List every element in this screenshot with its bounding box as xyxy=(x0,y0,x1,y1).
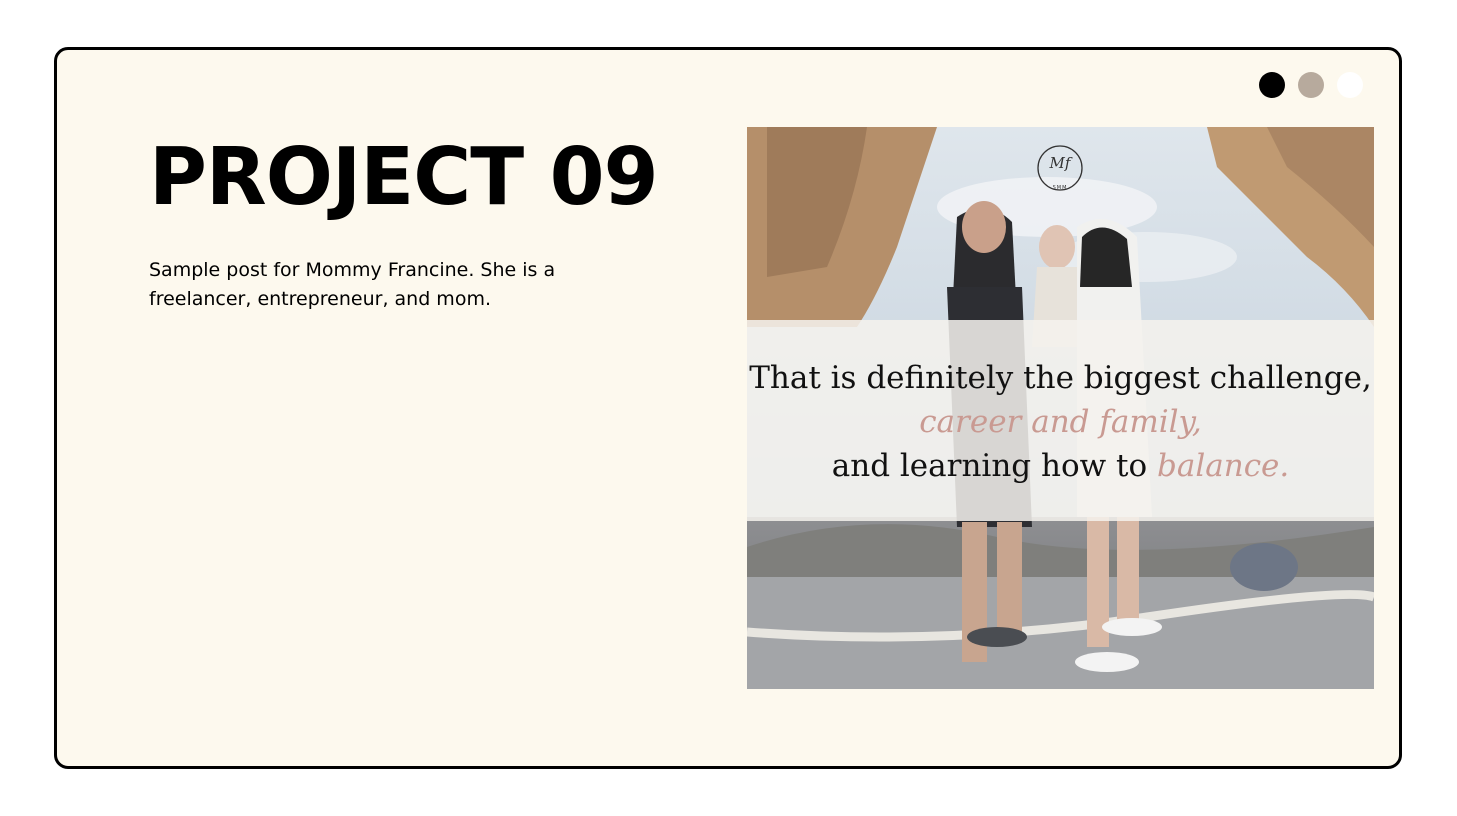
pagination-dot-2[interactable] xyxy=(1298,72,1324,98)
quote-line-3-plain: and learning how to xyxy=(831,448,1157,484)
project-card: PROJECT 09 Sample post for Mommy Francin… xyxy=(54,47,1402,769)
quote-line-3-accent: balance. xyxy=(1157,448,1290,484)
quote-line-1: That is definitely the biggest challenge… xyxy=(749,360,1372,396)
pagination-dot-1[interactable] xyxy=(1259,72,1285,98)
project-title: PROJECT 09 xyxy=(149,131,659,223)
quote-line-3: and learning how to balance. xyxy=(747,444,1374,488)
logo-monogram: Mf xyxy=(1049,154,1071,172)
pagination-dots xyxy=(1259,72,1363,98)
pagination-dot-3[interactable] xyxy=(1337,72,1363,98)
quote-line-2: career and family, xyxy=(919,404,1202,440)
sample-post-image: Mf SMM That is definitely the biggest ch… xyxy=(747,127,1374,689)
quote-overlay: That is definitely the biggest challenge… xyxy=(747,320,1374,521)
logo-subtext: SMM xyxy=(1052,185,1068,191)
project-description: Sample post for Mommy Francine. She is a… xyxy=(149,259,556,310)
